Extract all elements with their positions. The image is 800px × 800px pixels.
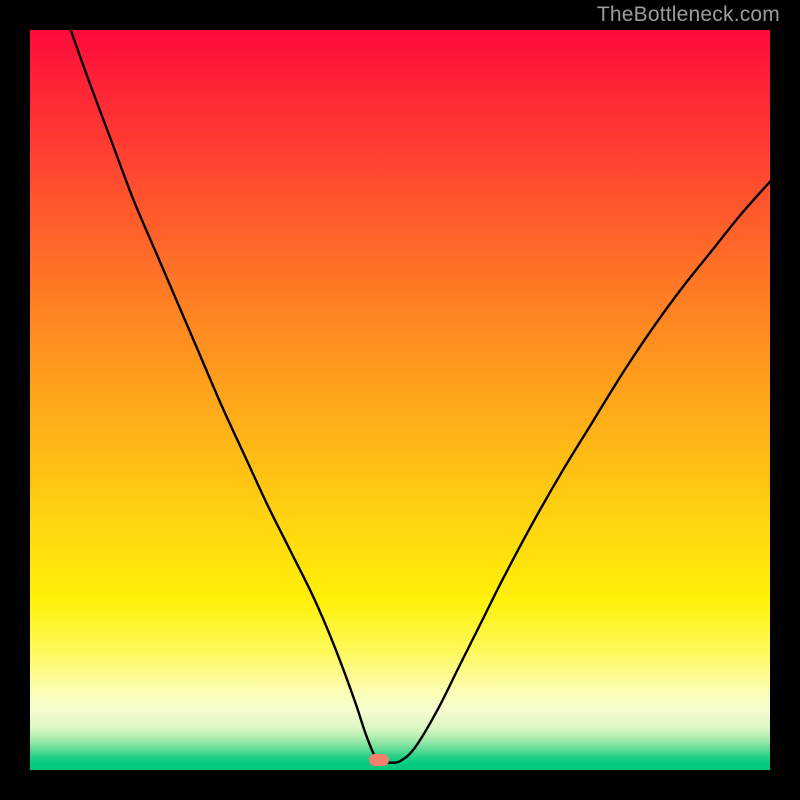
watermark-text: TheBottleneck.com <box>597 3 780 27</box>
chart-frame: TheBottleneck.com <box>0 0 800 800</box>
bottleneck-curve <box>30 30 770 770</box>
plot-area <box>30 30 770 770</box>
minimum-marker <box>369 754 389 766</box>
